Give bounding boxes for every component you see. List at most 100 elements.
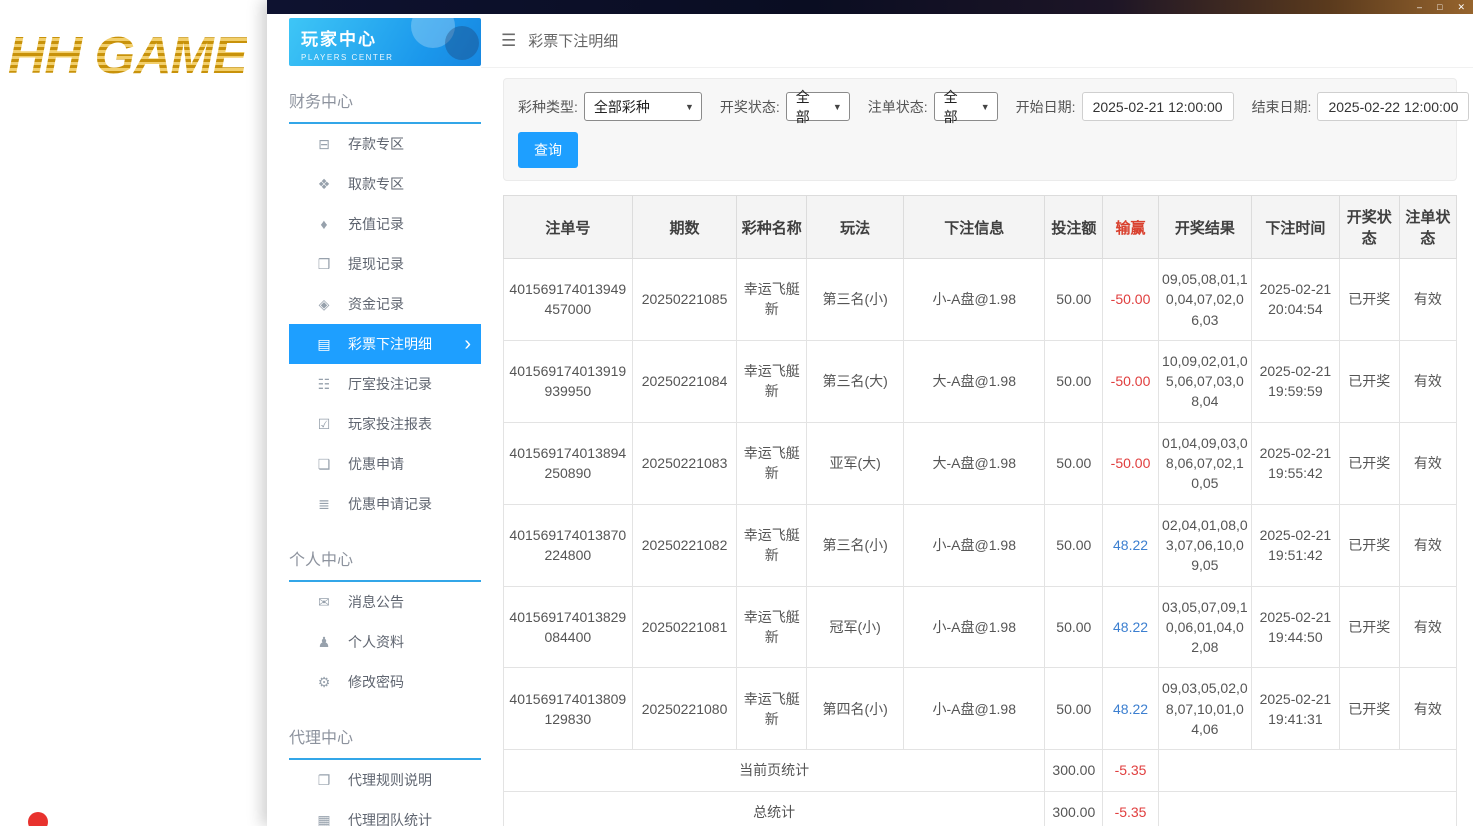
end-date-input[interactable] (1317, 92, 1470, 121)
table-cell: 第三名(小) (806, 503, 905, 587)
sidebar-item-lottery-bet-detail[interactable]: ▤ 彩票下注明细 › (289, 324, 481, 364)
sidebar-header: 玩家中心 PLAYERS CENTER (289, 18, 481, 66)
table-cell: 小-A盘@1.98 (903, 258, 1046, 341)
table-cell: 48.22 (1102, 667, 1159, 751)
maximize-icon[interactable]: □ (1437, 0, 1442, 14)
search-button[interactable]: 查询 (518, 132, 578, 168)
document-icon: ❐ (317, 771, 331, 788)
minimize-icon[interactable]: – (1417, 0, 1422, 14)
table-cell: -50.00 (1102, 258, 1159, 341)
lottery-type-select[interactable]: 全部彩种 ▼ (583, 92, 702, 121)
lottery-type-value: 全部彩种 (593, 98, 650, 115)
column-header: 注单号 (503, 195, 633, 259)
sidebar-item-notice[interactable]: ✉ 消息公告 (289, 582, 481, 622)
column-header: 下注时间 (1251, 195, 1340, 259)
logo-area: HH GAME (0, 0, 267, 826)
table-cell: 50.00 (1044, 585, 1104, 669)
bell-icon: ✉ (318, 593, 330, 610)
table-cell: 有效 (1398, 667, 1458, 751)
page-title: 彩票下注明细 (528, 33, 619, 50)
table-cell: 已开奖 (1338, 503, 1400, 587)
sidebar-section-title: 个人中心 (289, 542, 481, 582)
table-row: 401569174013894250890 20250221083 幸运飞艇新 亚军(… (503, 421, 1458, 505)
table-cell: 09,05,08,01,10,04,07,02,06,03 (1157, 258, 1253, 341)
bet-status-select[interactable]: 全部 ▼ (933, 89, 998, 125)
sidebar-section-title: 代理中心 (289, 720, 481, 760)
table-cell: 幸运飞艇新 (736, 667, 808, 751)
table-cell: 401569174013809129830 (503, 667, 633, 751)
table-cell: 已开奖 (1338, 667, 1400, 751)
table-cell: 2025-02-21 19:41:31 (1251, 667, 1340, 751)
table-cell: 2025-02-21 19:44:50 (1251, 585, 1340, 669)
table-cell: 401569174013870224800 (503, 503, 633, 587)
start-date-label: 开始日期: (1015, 98, 1076, 115)
sidebar-item-withdraw-record[interactable]: ❒ 提现记录 (289, 244, 481, 284)
table-cell: 50.00 (1044, 667, 1104, 751)
withdraw-record-icon: ❒ (317, 255, 331, 272)
table-cell: 已开奖 (1338, 585, 1400, 669)
table-cell: 20250221081 (631, 585, 738, 669)
promo-apply-record-icon: ≣ (318, 495, 330, 512)
draw-status-select[interactable]: 全部 ▼ (785, 89, 850, 125)
table-cell: 20250221082 (631, 503, 738, 587)
sidebar-item-funds-record[interactable]: ◈ 资金记录 (289, 284, 481, 324)
table-cell: -50.00 (1102, 339, 1159, 423)
table-cell: 10,09,02,01,05,06,07,03,08,04 (1157, 339, 1253, 423)
red-dot (28, 812, 48, 826)
bet-status-value: 全部 (943, 88, 958, 125)
table-cell: 401569174013829084400 (503, 585, 633, 669)
sidebar-item-promo-apply[interactable]: ❏ 优惠申请 (289, 444, 481, 484)
menu-icon[interactable]: ☰ (501, 31, 516, 51)
sidebar-item-room-bet-record[interactable]: ☷ 厅室投注记录 (289, 364, 481, 404)
sidebar-item-promo-apply-record[interactable]: ≣ 优惠申请记录 (289, 484, 481, 524)
sidebar-subtitle: PLAYERS CENTER (301, 53, 394, 62)
summary-cell (1157, 749, 1458, 792)
main-header: ☰ 彩票下注明细 (481, 14, 1473, 68)
sidebar-item-withdraw[interactable]: ❖ 取款专区 (289, 164, 481, 204)
table-cell: 09,03,05,02,08,07,10,01,04,06 (1157, 667, 1253, 751)
table-cell: 50.00 (1044, 339, 1104, 423)
sidebar-item-label: 玩家投注报表 (348, 416, 432, 432)
sidebar-item-label: 资金记录 (348, 296, 404, 312)
sidebar-item-player-bet-report[interactable]: ☑ 玩家投注报表 (289, 404, 481, 444)
sidebar-section-title: 财务中心 (289, 84, 481, 124)
chevron-down-icon: ▼ (980, 101, 990, 112)
table-cell: 第三名(小) (806, 258, 905, 341)
column-header: 玩法 (806, 195, 905, 259)
sidebar-item-deposit[interactable]: ⊟ 存款专区 (289, 124, 481, 164)
table-cell: 有效 (1398, 339, 1458, 423)
table-cell: 已开奖 (1338, 421, 1400, 505)
team-stats-icon: ▦ (317, 811, 331, 826)
promo-apply-icon: ❏ (317, 455, 331, 472)
table-cell: 03,05,07,09,10,06,01,04,02,08 (1157, 585, 1253, 669)
close-icon[interactable]: ✕ (1457, 0, 1465, 14)
column-header: 彩种名称 (736, 195, 808, 259)
sidebar-item-profile[interactable]: ♟ 个人资料 (289, 622, 481, 662)
sidebar-item-recharge-record[interactable]: ♦ 充值记录 (289, 204, 481, 244)
summary-cell: -5.35 (1102, 790, 1159, 826)
table-cell: 小-A盘@1.98 (903, 585, 1046, 669)
bet-report-icon: ☑ (317, 415, 331, 432)
bet-status-label: 注单状态: (867, 98, 928, 115)
start-date-input[interactable] (1081, 92, 1234, 121)
summary-cell (1157, 790, 1458, 826)
sidebar-item-label: 优惠申请 (348, 456, 404, 472)
column-header: 投注额 (1044, 195, 1104, 259)
column-header: 开奖状态 (1338, 195, 1400, 259)
table-cell: 2025-02-21 19:51:42 (1251, 503, 1340, 587)
draw-status-value: 全部 (795, 88, 810, 125)
table-cell: 20250221084 (631, 339, 738, 423)
table-cell: 2025-02-21 19:55:42 (1251, 421, 1340, 505)
table-cell: -50.00 (1102, 421, 1159, 505)
summary-row: 总统计 300.00 -5.35 (502, 790, 1458, 826)
sidebar-item-change-password[interactable]: ⚙ 修改密码 (289, 662, 481, 702)
table-cell: 小-A盘@1.98 (903, 667, 1046, 751)
user-icon: ♟ (317, 633, 331, 650)
table-cell: 有效 (1398, 585, 1458, 669)
filter-panel: 彩种类型: 全部彩种 ▼ 开奖状态: 全部 ▼ 注单状态: 全部 ▼ 开始日期:… (503, 78, 1470, 181)
summary-cell: 300.00 (1044, 790, 1104, 826)
sidebar-item-label: 消息公告 (348, 594, 404, 610)
sidebar-item-agent-team-stats[interactable]: ▦ 代理团队统计 (289, 800, 481, 826)
sidebar-item-agent-rules[interactable]: ❐ 代理规则说明 (289, 760, 481, 800)
sidebar-item-label: 个人资料 (348, 634, 404, 650)
